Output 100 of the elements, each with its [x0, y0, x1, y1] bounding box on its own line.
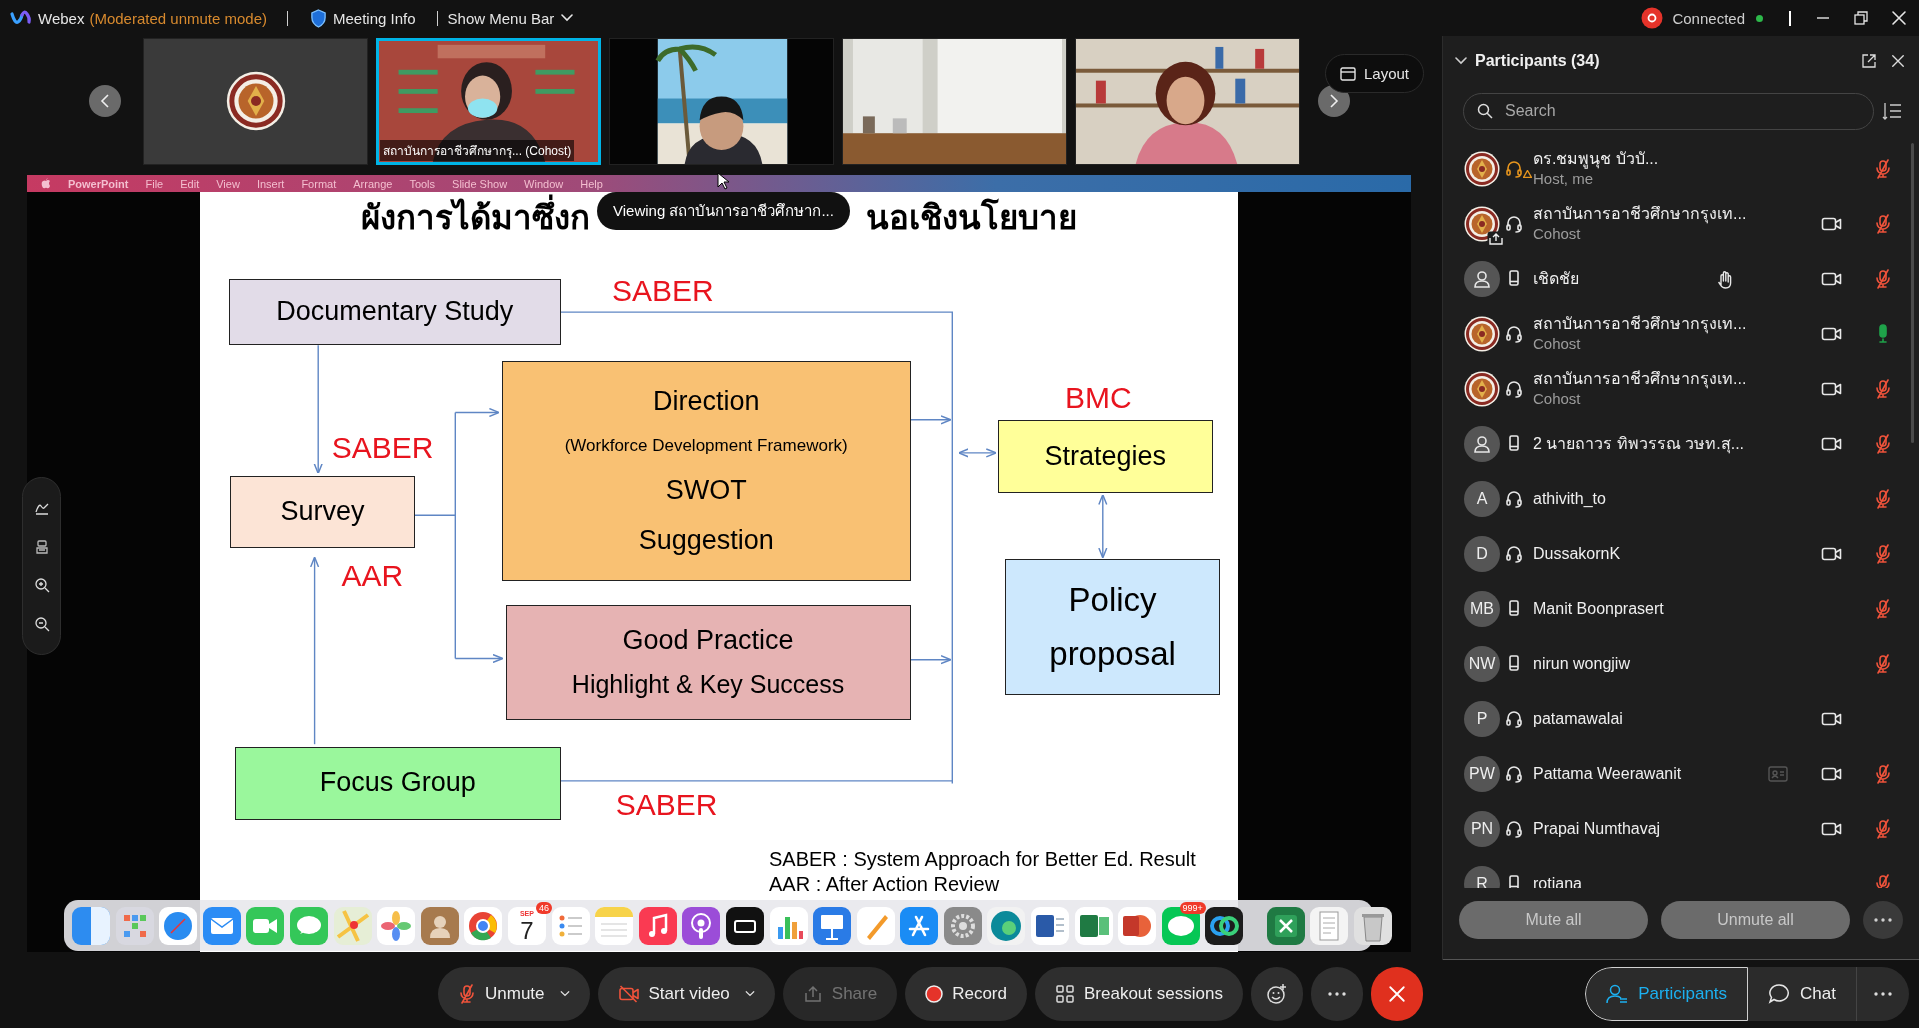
muted-microphone-icon[interactable] — [1874, 543, 1892, 564]
participant-row[interactable]: R rotiana — [1443, 856, 1919, 888]
participant-row[interactable]: A athivith_to — [1443, 471, 1919, 526]
participant-name: nirun wongjiw — [1533, 653, 1631, 674]
participant-row[interactable]: 2 นายถาวร ทิพวรรณ วษท.สุ... — [1443, 416, 1919, 471]
panel-tab[interactable]: Chat — [1748, 967, 1857, 1021]
participant-row[interactable]: PN Prapai Numthavaj — [1443, 801, 1919, 856]
muted-microphone-icon[interactable] — [1874, 378, 1892, 399]
mode-label: (Moderated unmute mode) — [89, 9, 267, 27]
box-text: Policy — [1068, 582, 1157, 619]
legend-text: AAR : After Action Review — [769, 872, 1001, 897]
close-icon[interactable] — [1891, 10, 1907, 26]
more-icon — [1326, 991, 1347, 997]
muted-microphone-icon[interactable] — [1874, 488, 1892, 509]
double-arrow — [1098, 494, 1108, 559]
diagram-label: SABER — [615, 788, 718, 823]
breakout-icon — [1055, 984, 1075, 1004]
box-text: Suggestion — [638, 526, 774, 556]
menu-item[interactable]: Slide Show — [452, 177, 508, 190]
leave-button[interactable] — [1370, 967, 1423, 1021]
chevron-down-icon[interactable] — [1455, 57, 1467, 65]
sort-icon[interactable] — [1882, 102, 1902, 120]
avatar: A — [1464, 480, 1500, 517]
pop-out-icon[interactable] — [1861, 53, 1877, 69]
avatar: MB — [1464, 590, 1500, 627]
calendar-day: 7 — [520, 917, 534, 944]
slide-title: ผังการได้มาซึ่งก — [361, 196, 590, 240]
participant-row[interactable]: ดร.ชมพูนุช บัวบั... Host, me — [1443, 141, 1919, 196]
layout-button[interactable]: Layout — [1324, 54, 1424, 93]
participant-name: สถาบันการอาชีวศึกษากรุงเท... — [1533, 368, 1748, 389]
menu-item[interactable]: Help — [580, 177, 603, 190]
participant-role: Cohost — [1533, 334, 1582, 354]
more-icon — [1873, 991, 1893, 997]
participant-row[interactable]: MB Manit Boonprasert — [1443, 581, 1919, 636]
box-text: SWOT — [665, 475, 747, 506]
meeting-info-button[interactable]: Meeting Info — [333, 9, 416, 27]
muted-microphone-icon[interactable] — [1874, 433, 1892, 454]
app-icon[interactable] — [725, 906, 764, 945]
muted-microphone-icon[interactable] — [1874, 873, 1892, 888]
person-icon — [1472, 268, 1492, 289]
app-name: Webex — [38, 9, 85, 27]
previous-button[interactable] — [89, 85, 121, 117]
box-text: proposal — [1049, 636, 1176, 673]
breakout-sessions-button[interactable]: Breakout sessions — [1035, 967, 1243, 1021]
menu-item[interactable]: Window — [524, 177, 564, 190]
shield-icon — [310, 8, 327, 28]
participant-name: ดร.ชมพูนุช บัวบั... — [1533, 148, 1660, 169]
app-icon[interactable] — [1205, 906, 1244, 945]
menu-item[interactable]: Tools — [409, 177, 436, 190]
record-button[interactable]: Record — [905, 967, 1027, 1021]
participant-row[interactable]: PW Pattama Weerawanit — [1443, 746, 1919, 801]
avatar: PN — [1464, 810, 1500, 847]
restore-icon[interactable] — [1853, 10, 1869, 26]
muted-microphone-icon[interactable] — [1874, 268, 1892, 289]
participant-role: Host, me — [1533, 169, 1594, 189]
participant-row[interactable]: P patamawalai — [1443, 691, 1919, 746]
muted-microphone-icon[interactable] — [1874, 213, 1892, 234]
box-text: Good Practice — [622, 625, 794, 656]
person-icon — [1472, 433, 1492, 454]
muted-microphone-icon[interactable] — [1874, 763, 1892, 784]
box-text: Strategies — [1044, 441, 1167, 472]
app-icon[interactable] — [1031, 906, 1070, 945]
box-text: (Workforce Development Framework) — [564, 436, 848, 456]
show-menu-bar-button[interactable]: Show Menu Bar — [447, 9, 574, 27]
muted-microphone-icon[interactable] — [1874, 818, 1892, 839]
muted-microphone-icon[interactable] — [1874, 158, 1892, 179]
participant-row[interactable]: เชิดชัย — [1443, 251, 1919, 306]
close-icon[interactable] — [1891, 54, 1905, 68]
chevron-down-icon — [561, 14, 574, 22]
participant-name: 2 นายถาวร ทิพวรรณ วษท.สุ... — [1533, 433, 1745, 454]
more-icon — [1873, 917, 1893, 923]
participant-name: athivith_to — [1533, 488, 1607, 509]
muted-microphone-icon[interactable] — [1874, 598, 1892, 619]
chat-bubble-icon — [1768, 983, 1791, 1005]
diagram-label: SABER — [331, 430, 434, 465]
participant-name: patamawalai — [1533, 708, 1624, 729]
app-icon[interactable] — [1353, 906, 1392, 945]
muted-microphone-icon[interactable] — [1874, 653, 1892, 674]
participant-row[interactable]: สถาบันการอาชีวศึกษากรุงเท... Cohost — [1443, 361, 1919, 416]
unmute-button[interactable]: Unmute — [438, 967, 590, 1021]
participant-row[interactable]: NW nirun wongjiw — [1443, 636, 1919, 691]
avatar: P — [1464, 700, 1500, 737]
video-tile[interactable]: สถาบันการอาชีวศึกษากรุ... (Cohost) — [376, 37, 601, 165]
participant-row[interactable]: D DussakornK — [1443, 526, 1919, 581]
double-arrow — [957, 448, 997, 458]
box-text: Survey — [280, 497, 365, 528]
video-off-icon — [617, 984, 640, 1004]
more-button[interactable] — [1863, 901, 1903, 939]
layout-icon — [1339, 66, 1356, 81]
participant-name: สถาบันการอาชีวศึกษากรุงเท... — [1533, 313, 1748, 334]
video-tile[interactable] — [143, 37, 368, 165]
zoom-out-icon[interactable] — [33, 615, 50, 632]
search-icon — [1477, 103, 1493, 119]
zoom-in-icon[interactable] — [33, 577, 50, 594]
smiley-icon — [1265, 983, 1288, 1005]
start-video-button[interactable]: Start video — [597, 967, 775, 1021]
participant-name: เชิดชัย — [1533, 268, 1580, 289]
participant-row[interactable]: สถาบันการอาชีวศึกษากรุงเท... Cohost — [1443, 196, 1919, 251]
participant-row[interactable]: สถาบันการอาชีวศึกษากรุงเท... Cohost — [1443, 306, 1919, 361]
status-dot-icon — [1756, 14, 1763, 22]
